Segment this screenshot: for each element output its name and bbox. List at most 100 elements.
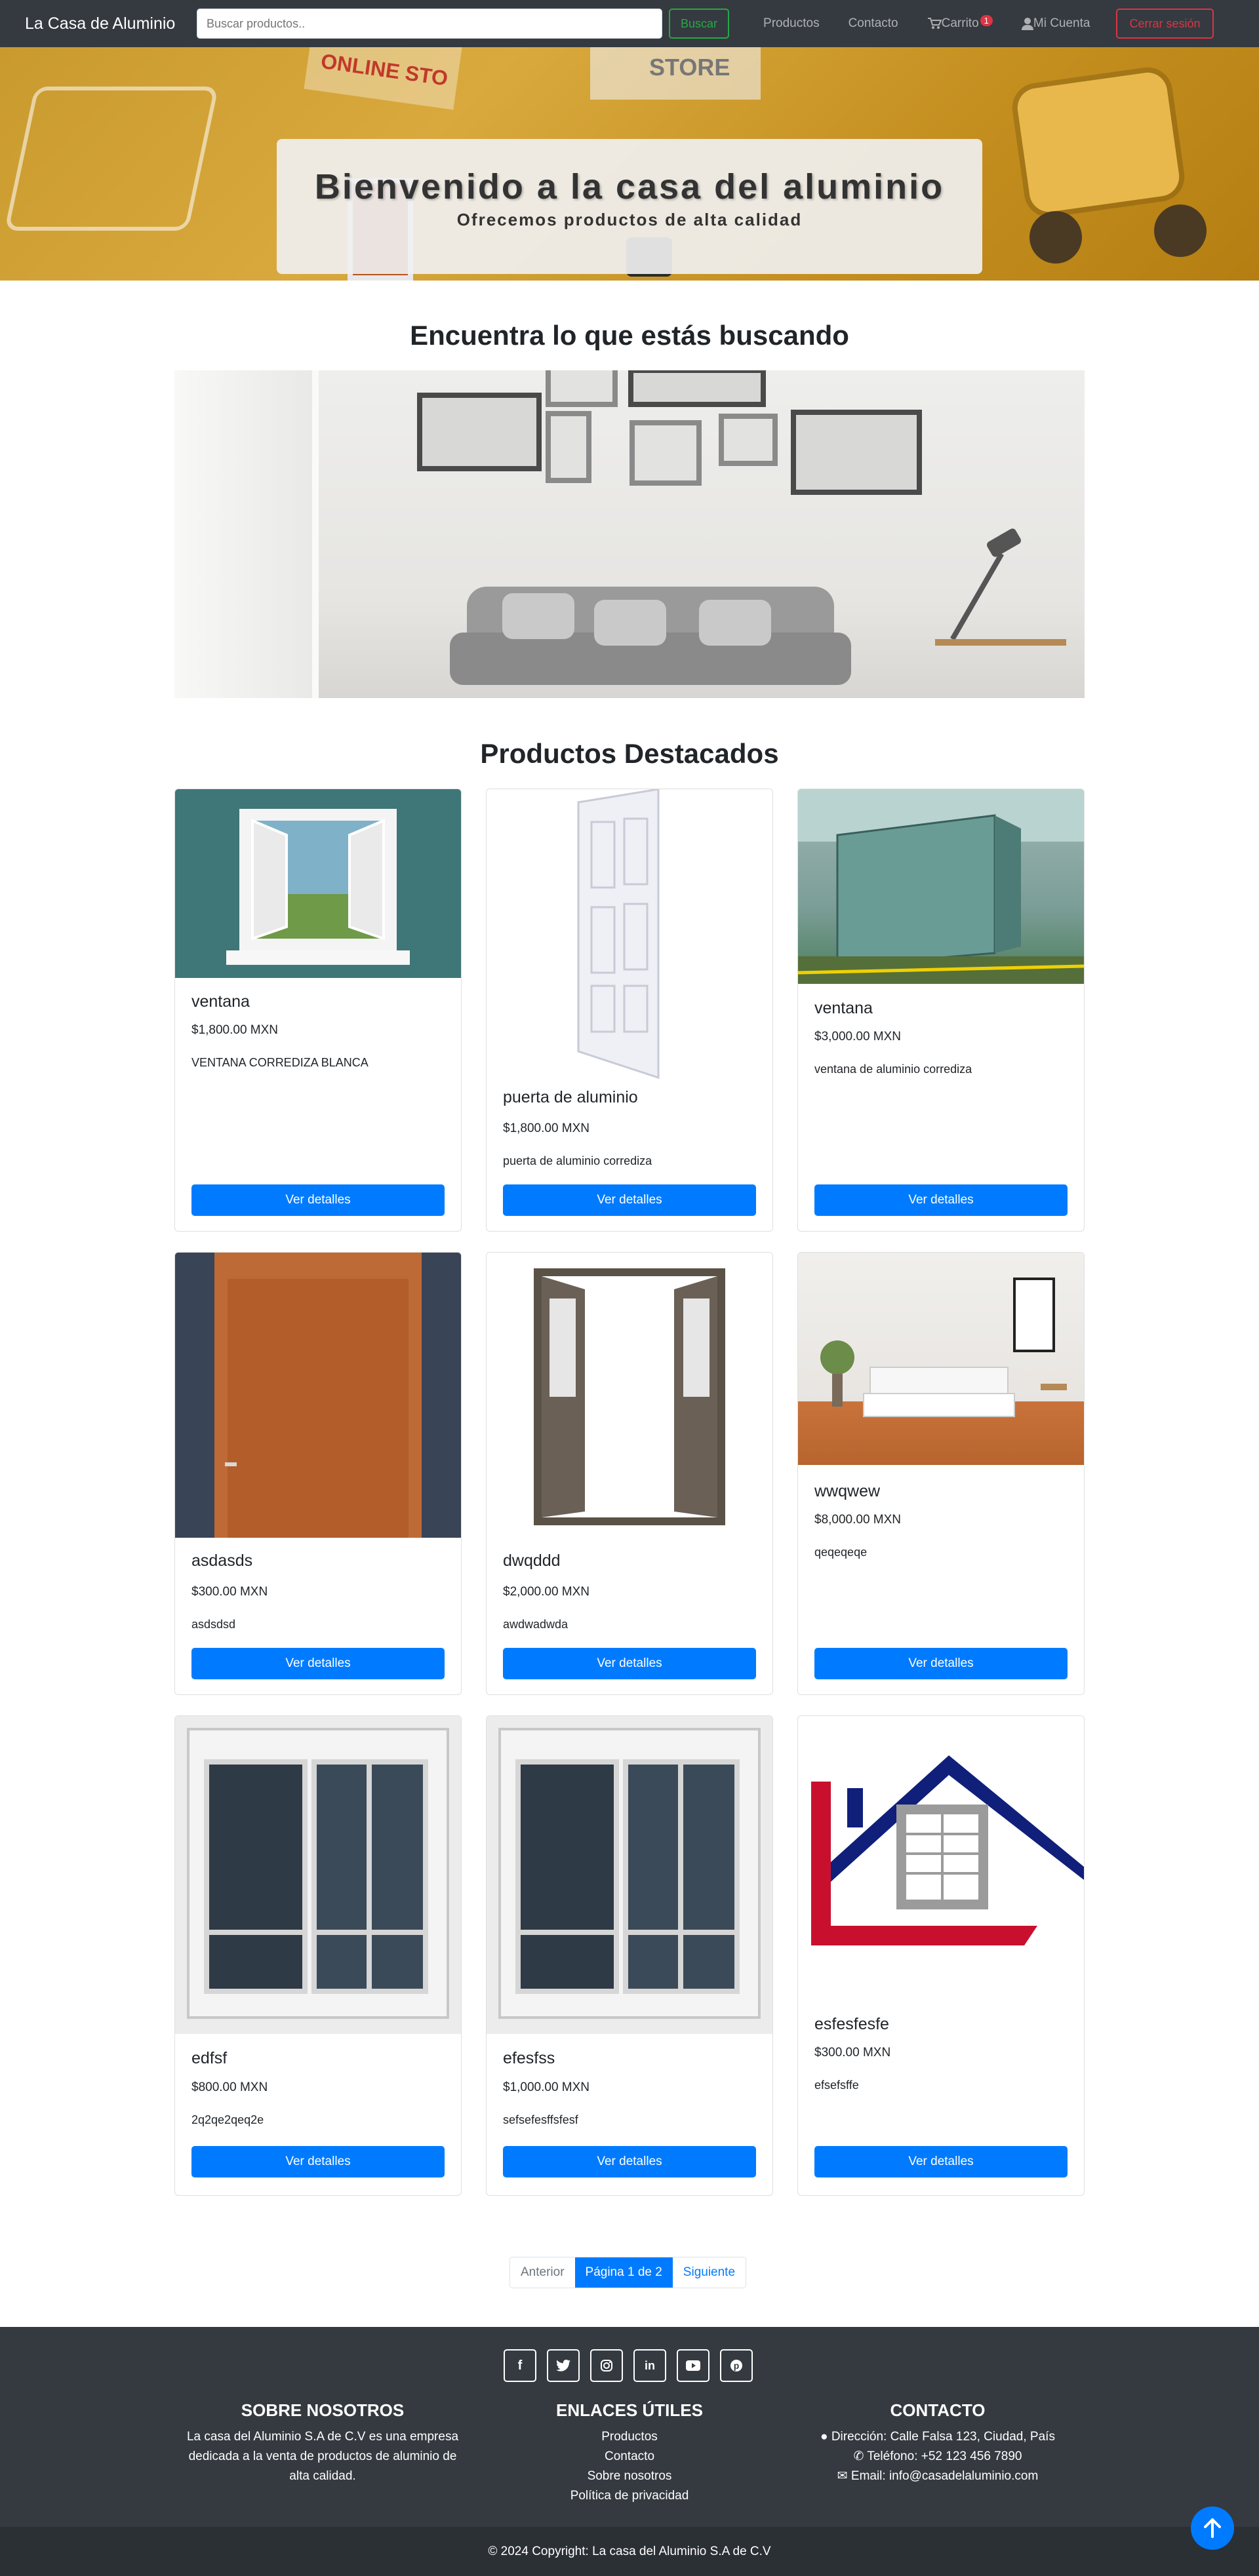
instagram-icon[interactable] [590,2349,623,2382]
logout-button[interactable]: Cerrar sesión [1116,9,1214,39]
product-description: efsefsffe [814,2078,859,2092]
product-description: 2q2qe2qeq2e [191,2113,264,2126]
navbar: La Casa de Aluminio Buscar Productos Con… [0,0,1259,47]
footer-link-productos[interactable]: Productos [498,2427,761,2447]
product-name: efesfss [503,2049,555,2067]
product-description: asdsdsd [191,1618,236,1631]
product-price: $1,000.00 MXN [503,2080,590,2094]
user-icon [1021,18,1033,30]
cart-label: Carrito [941,16,979,30]
product-image [175,1716,461,2034]
product-price: $300.00 MXN [814,2046,891,2059]
nav-link-account[interactable]: Mi Cuenta [1021,16,1090,31]
featured-title: Productos Destacados [480,738,779,769]
nav-link-contacto[interactable]: Contacto [849,16,898,31]
pagination: Anterior Página 1 de 2 Siguiente [510,2257,747,2288]
footer-link-contacto[interactable]: Contacto [498,2447,761,2467]
product-image [487,789,772,1084]
banner-frame [546,370,618,407]
product-image [798,1716,1084,2004]
search-button[interactable]: Buscar [669,9,730,39]
phone-icon: ✆ [853,2449,864,2463]
banner-frame [417,393,542,471]
facebook-icon[interactable]: f [504,2349,536,2382]
product-name: wwqwew [814,1482,881,1500]
footer-link-sobre-nosotros[interactable]: Sobre nosotros [498,2467,761,2486]
view-details-button[interactable]: Ver detalles [814,1184,1068,1216]
hero-sign-store: STORE [590,47,761,100]
banner-side-table [935,639,1066,646]
product-description: ventana de aluminio corrediza [814,1063,972,1076]
hero-truck-graphic [1014,69,1182,215]
arrow-up-icon [1204,2518,1221,2538]
product-price: $800.00 MXN [191,2080,268,2094]
back-to-top-button[interactable] [1191,2507,1234,2550]
product-card: dwqddd $2,000.00 MXN awdwadwda Ver detal… [486,1252,773,1695]
hero-title: Bienvenido a la casa del aluminio [314,167,945,206]
product-card: puerta de aluminio $1,800.00 MXN puerta … [486,789,773,1232]
view-details-button[interactable]: Ver detalles [503,1648,756,1679]
view-details-button[interactable]: Ver detalles [814,2146,1068,2177]
banner-pillow [502,593,574,639]
linkedin-icon[interactable]: in [633,2349,666,2382]
footer-phone-text: Teléfono: +52 123 456 7890 [867,2449,1022,2463]
product-image [798,789,1084,984]
footer-contact-title: CONTACTO [890,2400,986,2420]
view-details-button[interactable]: Ver detalles [191,2146,445,2177]
banner-lamp-head [985,527,1023,558]
hero-sign-online-store: ONLINE STO [304,47,464,110]
product-image [175,789,461,978]
product-image [175,1253,461,1538]
view-details-button[interactable]: Ver detalles [814,1648,1068,1679]
view-details-button[interactable]: Ver detalles [191,1648,445,1679]
product-description: puerta de aluminio corrediza [503,1154,652,1167]
youtube-icon[interactable] [677,2349,709,2382]
pagination-next[interactable]: Siguiente [672,2257,746,2288]
nav-link-productos[interactable]: Productos [763,16,820,31]
footer: f in p SOBRE NOSOTROS La casa del Alumin… [0,2327,1259,2527]
social-links: f in p [504,2349,763,2382]
pagination-prev[interactable]: Anterior [510,2257,575,2288]
brand-link[interactable]: La Casa de Aluminio [25,14,197,33]
hero-subtitle: Ofrecemos productos de alta calidad [456,210,803,229]
product-description: sefsefesffsfesf [503,2113,578,2126]
svg-text:p: p [734,2360,740,2371]
search-section-title: Encuentra lo que estás buscando [410,320,849,351]
product-card: esfesfesfe $300.00 MXN efsefsffe Ver det… [797,1715,1085,2196]
hero-truck-wheel [1154,205,1207,257]
product-card: efesfss $1,000.00 MXN sefsefesffsfesf Ve… [486,1715,773,2196]
search-input[interactable] [197,9,662,39]
banner-frame [546,411,591,483]
nav-link-cart[interactable]: Carrito 1 [927,14,993,31]
footer-links: ENLACES ÚTILES Productos Contacto Sobre … [498,2400,761,2506]
product-name: asdasds [191,1551,253,1570]
copyright-bar: © 2024 Copyright: La casa del Aluminio S… [0,2527,1259,2576]
cart-icon [927,18,942,29]
view-details-button[interactable]: Ver detalles [503,1184,756,1216]
product-card: asdasds $300.00 MXN asdsdsd Ver detalles [174,1252,462,1695]
footer-address-text: Dirección: Calle Falsa 123, Ciudad, País [831,2430,1055,2444]
product-price: $3,000.00 MXN [814,1030,902,1044]
footer-email: ✉ Email: info@casadelaluminio.com [780,2467,1095,2486]
hero-banner: ONLINE STO STORE Bienvenido a la casa de… [0,47,1259,281]
pinterest-icon[interactable]: p [720,2349,753,2382]
hero-cart-graphic [4,87,219,231]
map-marker-icon: ● [820,2430,828,2444]
footer-about: SOBRE NOSOTROS La casa del Aluminio S.A … [181,2400,464,2486]
product-card: edfsf $800.00 MXN 2q2qe2qeq2e Ver detall… [174,1715,462,2196]
banner-frame [719,414,778,466]
product-price: $8,000.00 MXN [814,1513,902,1527]
view-details-button[interactable]: Ver detalles [503,2146,756,2177]
banner-lamp [950,553,1004,640]
footer-about-text: La casa del Aluminio S.A de C.V es una e… [186,2430,459,2483]
product-name: dwqddd [503,1551,561,1570]
pagination-current: Página 1 de 2 [574,2257,673,2288]
product-card: ventana $1,800.00 MXN VENTANA CORREDIZA … [174,789,462,1232]
product-name: esfesfesfe [814,2015,889,2033]
footer-link-privacidad[interactable]: Política de privacidad [498,2486,761,2506]
footer-email-text: Email: info@casadelaluminio.com [850,2469,1039,2483]
view-details-button[interactable]: Ver detalles [191,1184,445,1216]
twitter-icon[interactable] [547,2349,580,2382]
product-image [487,1253,772,1538]
footer-about-title: SOBRE NOSOTROS [241,2400,405,2420]
